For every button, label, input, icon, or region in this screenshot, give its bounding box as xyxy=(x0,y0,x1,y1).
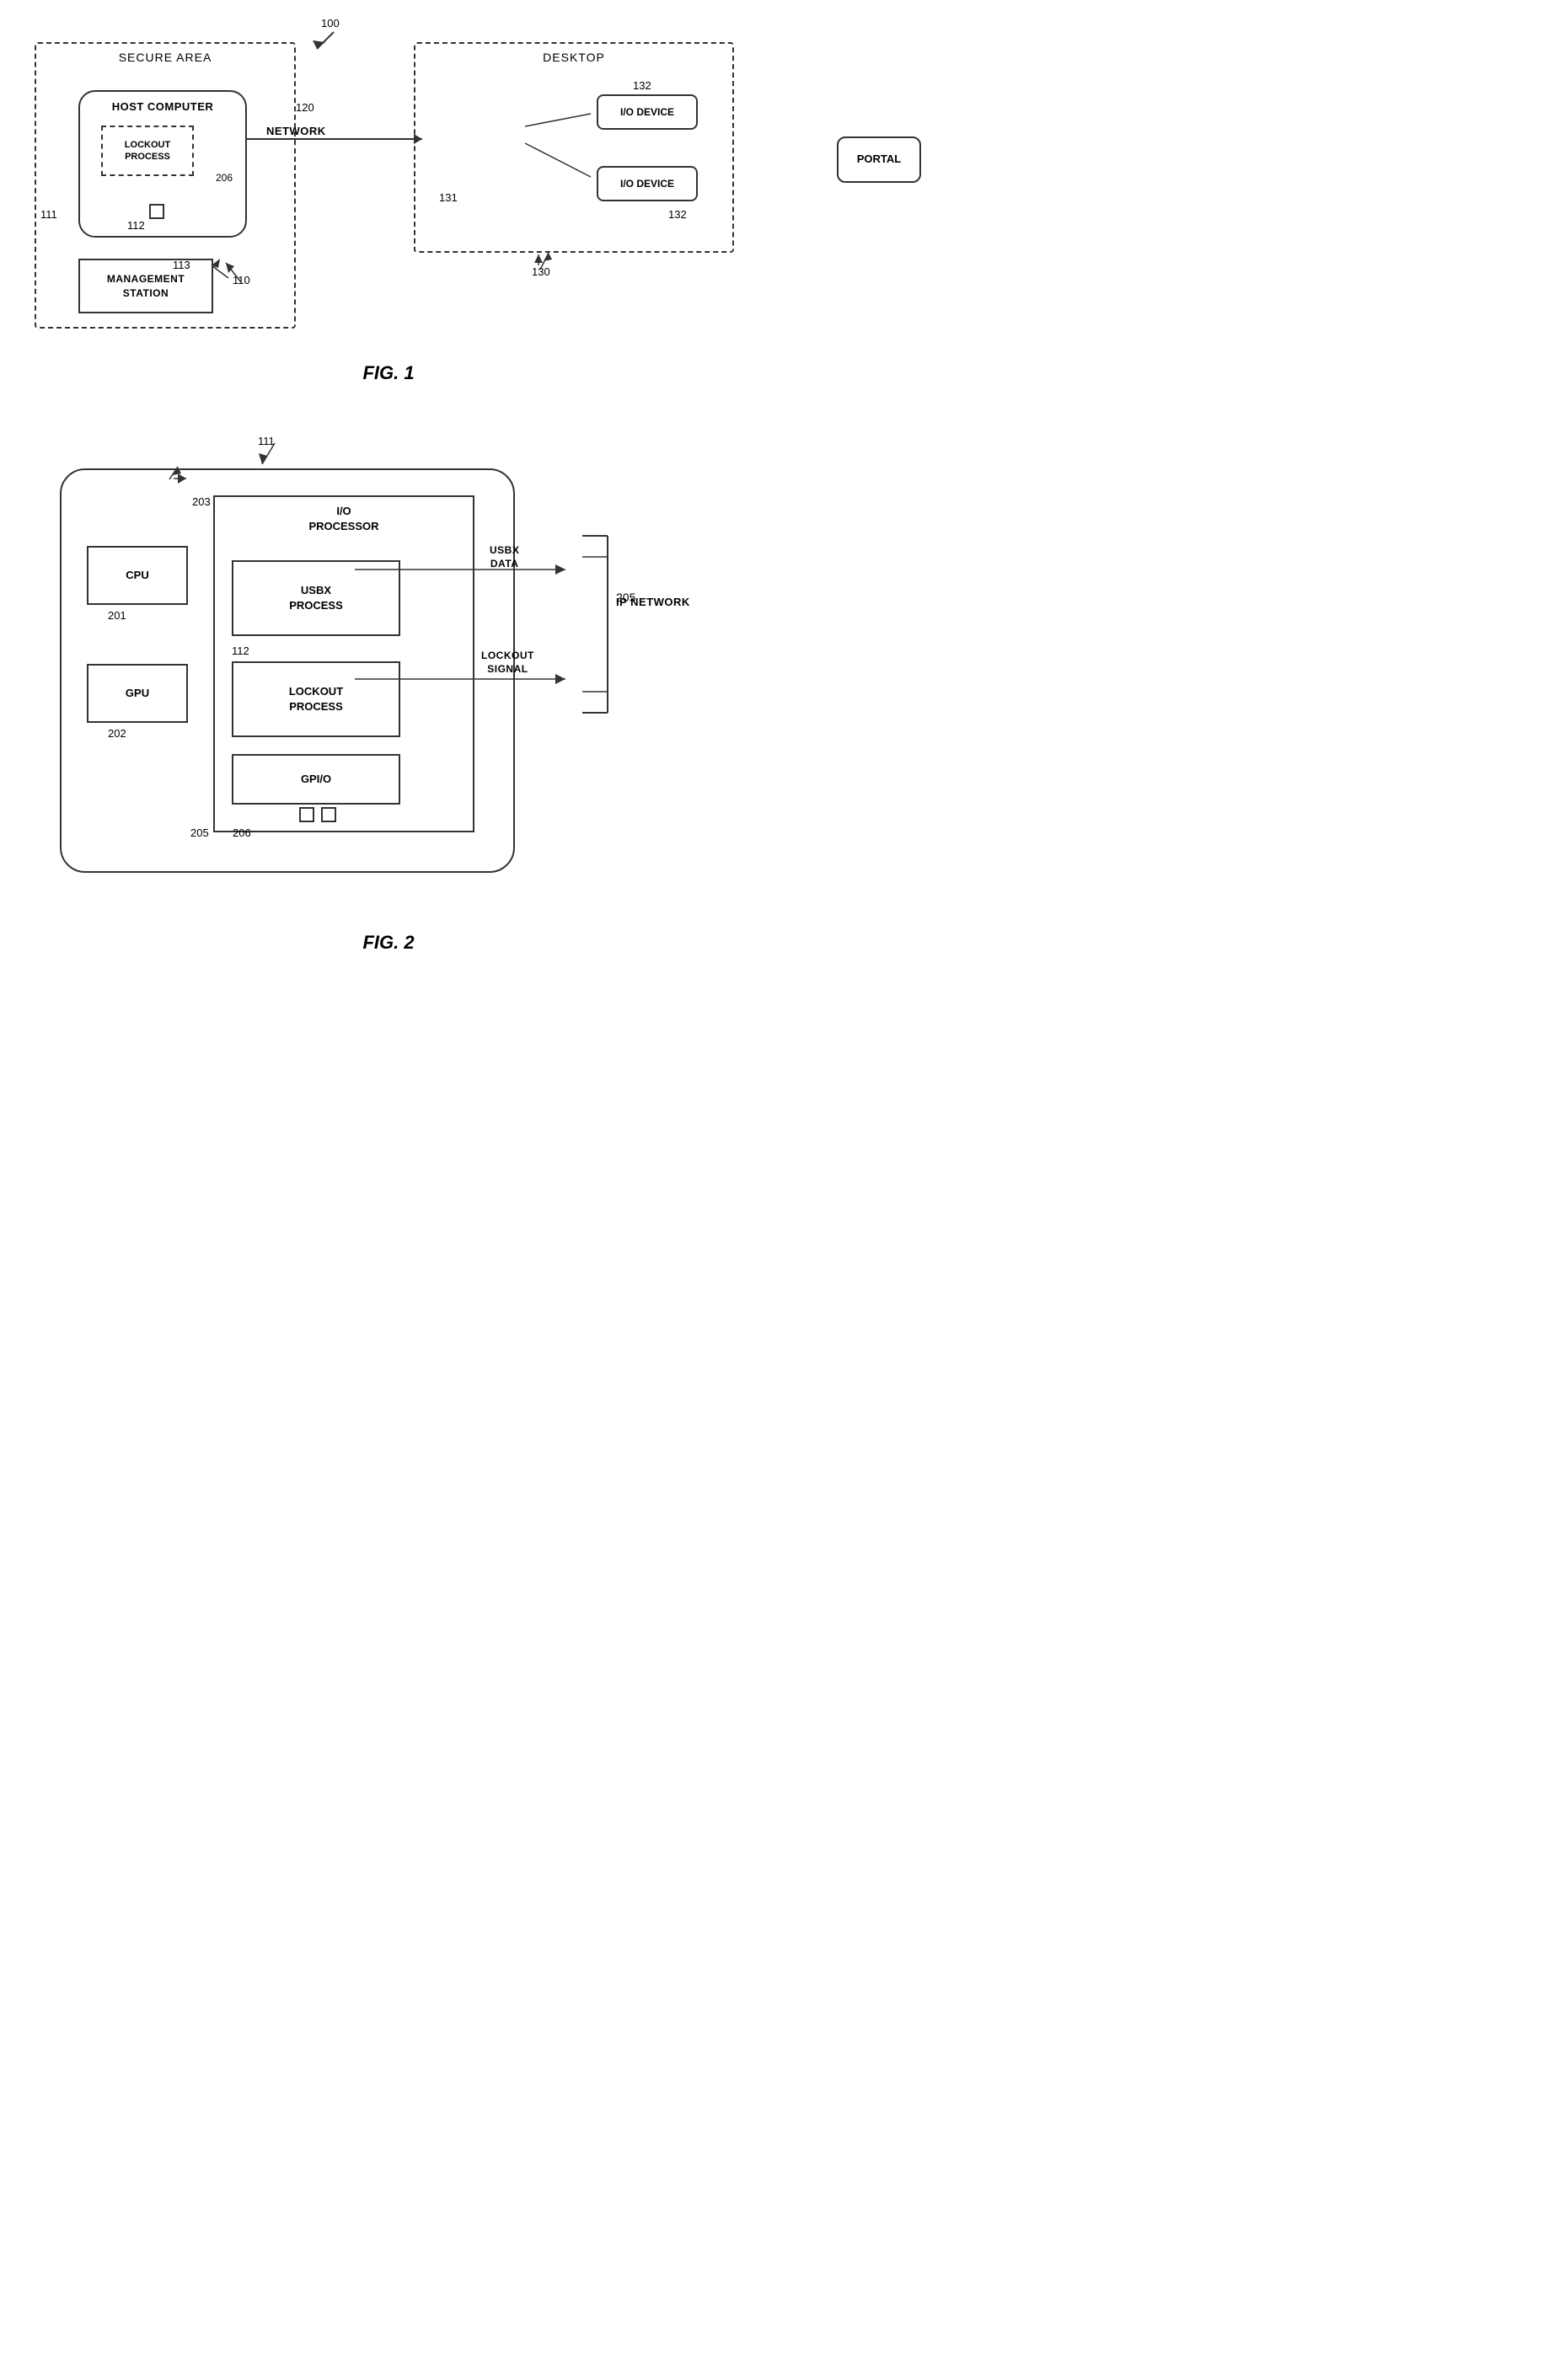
host-computer-label: HOST COMPUTER xyxy=(112,100,214,113)
fig1-label: FIG. 1 xyxy=(362,362,414,384)
fig2-connections-svg xyxy=(18,435,759,923)
management-station-label: MANAGEMENTSTATION xyxy=(107,272,185,301)
ref-113: 113 xyxy=(173,259,190,271)
ref-206-fig1: 206 xyxy=(216,172,233,184)
io-device-1-label: I/O DEVICE xyxy=(620,106,674,118)
ip-network-container: 205 IP NETWORK xyxy=(616,591,690,606)
management-station-box: MANAGEMENTSTATION xyxy=(78,259,213,313)
ref-110-arrow xyxy=(216,253,249,286)
host-computer-box: HOST COMPUTER LOCKOUTPROCESS 206 xyxy=(78,90,247,238)
ref-112-fig1: 112 xyxy=(127,219,145,232)
io-device-2-label: I/O DEVICE xyxy=(620,178,674,190)
ref-120: 120 xyxy=(296,101,314,114)
lockout-process-label: LOCKOUTPROCESS xyxy=(125,139,170,163)
ref-132-bottom: 132 xyxy=(668,208,687,221)
fig2-label: FIG. 2 xyxy=(362,932,414,954)
ref-132-top: 132 xyxy=(633,79,651,92)
ip-network-label: IP NETWORK xyxy=(616,596,690,608)
fig1-diagram: 100 xyxy=(18,17,759,354)
secure-area-box: SECURE AREA HOST COMPUTER LOCKOUTPROCESS… xyxy=(35,42,296,329)
ref-131: 131 xyxy=(439,191,458,204)
ref-130-arrow xyxy=(528,244,561,274)
portal-box: PORTAL xyxy=(837,136,921,183)
ref-100: 100 xyxy=(321,17,340,29)
fig1-section: 100 xyxy=(18,17,759,384)
desktop-box: DESKTOP PORTAL 131 132 I/O DEVICE I/O DE… xyxy=(414,42,734,253)
fig2-diagram: 111 CPU GPU 201 202 xyxy=(18,435,759,923)
desktop-label: DESKTOP xyxy=(543,51,605,64)
secure-area-label: SECURE AREA xyxy=(119,51,212,64)
portal-label: PORTAL xyxy=(857,152,901,167)
connector-square xyxy=(149,204,164,219)
ref-111-fig1: 111 xyxy=(40,208,57,221)
fig2-section: 111 CPU GPU 201 202 xyxy=(18,435,759,954)
page-container: 100 xyxy=(18,17,759,954)
usbx-data-label: USBXDATA xyxy=(490,544,519,570)
io-device-1: I/O DEVICE xyxy=(597,94,698,130)
lockout-signal-label: LOCKOUTSIGNAL xyxy=(481,650,534,676)
network-label: NETWORK xyxy=(266,125,326,137)
io-device-2: I/O DEVICE xyxy=(597,166,698,201)
lockout-process-box: LOCKOUTPROCESS xyxy=(101,126,194,176)
